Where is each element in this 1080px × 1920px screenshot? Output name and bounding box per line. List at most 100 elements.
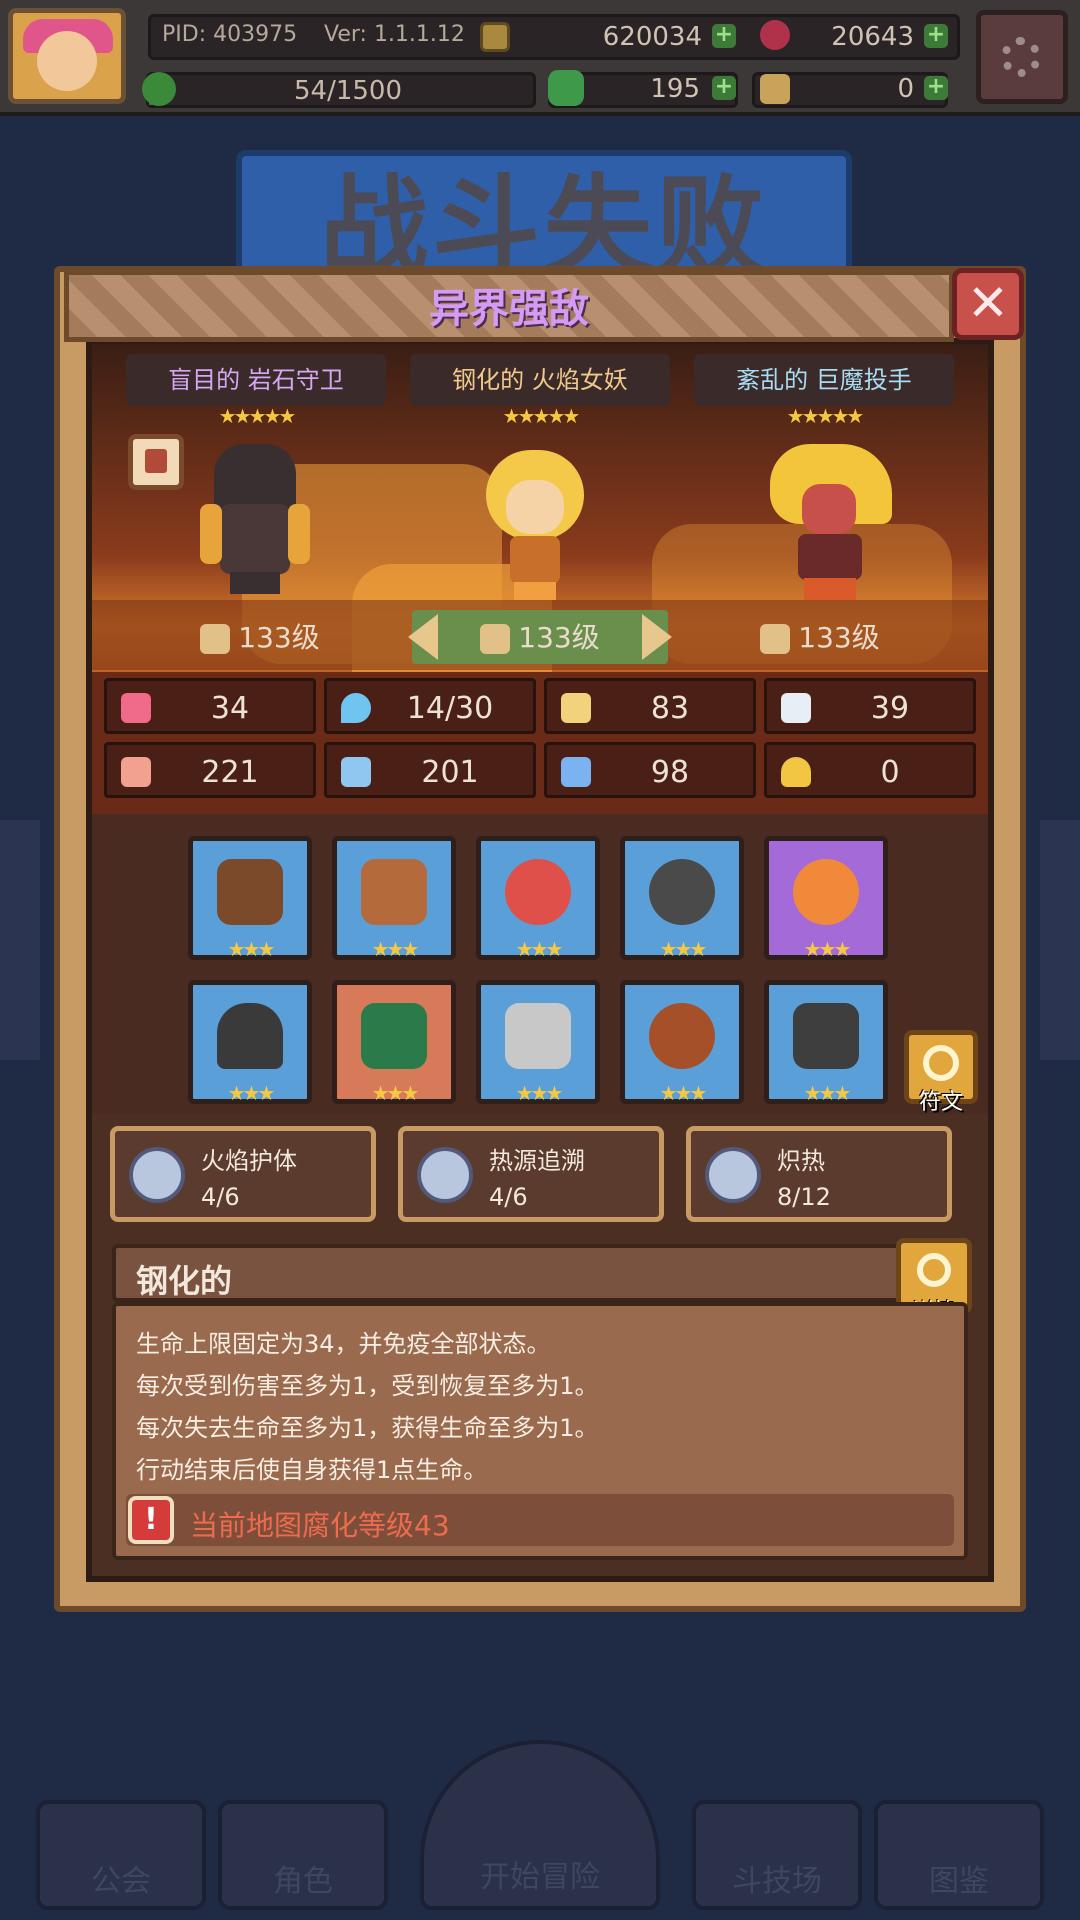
equip-slot-armor[interactable]: ★★★: [332, 980, 456, 1105]
enemy-level-3[interactable]: 133级: [700, 616, 940, 656]
stat-attack-value: 221: [201, 755, 259, 790]
stat-mana: 14/30: [324, 678, 536, 734]
enemy-sprite-flame-banshee[interactable]: [480, 450, 590, 600]
enemy-level-1[interactable]: 133级: [140, 616, 380, 656]
armor-icon: [361, 1003, 427, 1069]
stat-speed-value: 39: [870, 691, 910, 726]
nav-arena[interactable]: 斗技场: [692, 1800, 862, 1910]
stat-luck: 0: [764, 742, 976, 798]
equip-stars: ★★★: [803, 1081, 852, 1105]
close-button[interactable]: ✕: [952, 268, 1024, 340]
water-drop-icon: [341, 693, 371, 723]
sword-icon: [480, 624, 511, 654]
synergy-badge-icon: [705, 1147, 761, 1203]
enemy-level-1-text: 133级: [238, 621, 320, 654]
belt-icon: [649, 1003, 715, 1069]
enemy-stars-1: ★★★★★: [218, 404, 297, 428]
corruption-warning-text[interactable]: 当前地图腐化等级43: [190, 1504, 450, 1544]
synergy-fire-guard[interactable]: 火焰护体 4/6: [110, 1126, 376, 1222]
equip-slot-boots[interactable]: ★★★: [764, 980, 888, 1105]
gauntlet-icon: [505, 1003, 571, 1069]
clover-icon: [548, 70, 584, 106]
add-gold-button[interactable]: +: [712, 24, 736, 48]
magnifier-icon: [917, 1253, 951, 1287]
enemy-stars-2: ★★★★★: [502, 404, 581, 428]
synergy-name: 火焰护体: [201, 1147, 297, 1175]
nav-guild-label: 公会: [91, 1864, 151, 1899]
stat-attack: 221: [104, 742, 316, 798]
necklace-icon: [505, 859, 571, 925]
equip-slot-shield[interactable]: ★★★: [332, 836, 456, 961]
enemy-sprite-troll-thrower[interactable]: [766, 444, 896, 600]
stat-card-value: 98: [650, 755, 690, 790]
add-ticket-button[interactable]: +: [924, 76, 948, 100]
equip-stars: ★★★: [515, 937, 564, 961]
trait-line-4: 行动结束后使自身获得1点生命。: [136, 1456, 488, 1484]
gold-amount: 620034: [602, 22, 702, 52]
nav-arena-label: 斗技场: [732, 1864, 822, 1899]
equip-slot-ring[interactable]: ★★★: [764, 836, 888, 961]
enemy-name-2: 钢化的 火焰女妖: [410, 354, 670, 406]
equip-stars: ★★★: [659, 1081, 708, 1105]
synergy-badge-icon: [417, 1147, 473, 1203]
right-side-panel: [1040, 820, 1080, 1060]
close-icon: ✕: [967, 274, 1009, 332]
trait-line-2: 每次受到伤害至多为1，受到恢复至多为1。: [136, 1372, 599, 1400]
enemy-stars-3: ★★★★★: [786, 404, 865, 428]
stat-luck-value: 0: [880, 755, 900, 790]
left-side-panel: [0, 820, 40, 1060]
gem-icon: [760, 20, 790, 50]
equip-slot-gauntlet[interactable]: ★★★: [476, 980, 600, 1105]
equip-slot-helmet[interactable]: ★★★: [188, 980, 312, 1105]
synergy-scorching[interactable]: 炽热 8/12: [686, 1126, 952, 1222]
equip-stars: ★★★: [227, 937, 276, 961]
enemy-level-2[interactable]: 133级: [420, 616, 660, 656]
nav-guild[interactable]: 公会: [36, 1800, 206, 1910]
book-icon: [341, 757, 371, 787]
enemy-sprite-rock-guardian[interactable]: [200, 444, 310, 594]
stat-hp-value: 34: [210, 691, 250, 726]
stat-magic: 201: [324, 742, 536, 798]
equip-slot-hammer[interactable]: ★★★: [188, 836, 312, 961]
equip-slot-necklace[interactable]: ★★★: [476, 836, 600, 961]
scroll-icon: [760, 624, 791, 654]
nav-character[interactable]: 角色: [218, 1800, 388, 1910]
settings-button[interactable]: [976, 10, 1068, 104]
stat-hp: 34: [104, 678, 316, 734]
equip-slot-belt[interactable]: ★★★: [620, 980, 744, 1105]
fist-icon: [121, 757, 151, 787]
nav-start-adventure[interactable]: 开始冒险: [420, 1740, 660, 1910]
heart-icon: [121, 693, 151, 723]
game-version: Ver: 1.1.1.12: [324, 22, 465, 47]
nav-start-adventure-label: 开始冒险: [480, 1860, 600, 1895]
enemy-level-3-text: 133级: [798, 621, 880, 654]
equip-stars: ★★★: [371, 1081, 420, 1105]
equip-stars: ★★★: [227, 1081, 276, 1105]
card-icon: [561, 757, 591, 787]
ring-icon: [793, 859, 859, 925]
add-gem-button[interactable]: +: [924, 24, 948, 48]
nav-character-label: 角色: [273, 1864, 333, 1899]
stat-magic-value: 201: [421, 755, 479, 790]
trait-line-3: 每次失去生命至多为1，获得生命至多为1。: [136, 1414, 599, 1442]
sword-icon: [200, 624, 231, 654]
player-avatar[interactable]: [8, 8, 126, 104]
add-clover-button[interactable]: +: [712, 76, 736, 100]
synergy-heat-trace[interactable]: 热源追溯 4/6: [398, 1126, 664, 1222]
trait-line-1: 生命上限固定为34，并免疫全部状态。: [136, 1330, 551, 1358]
equip-slot-round-shield[interactable]: ★★★: [620, 836, 744, 961]
save-icon[interactable]: [128, 434, 184, 490]
dialog-title: 异界强敌: [429, 286, 589, 332]
trait-name: 钢化的: [136, 1262, 233, 1300]
synergy-count: 4/6: [201, 1183, 240, 1211]
enemy-name-1-text: 盲目的 岩石守卫: [168, 366, 344, 394]
hammer-icon: [217, 859, 283, 925]
nav-codex[interactable]: 图鉴: [874, 1800, 1044, 1910]
stat-defense-value: 83: [650, 691, 690, 726]
equip-stars: ★★★: [803, 937, 852, 961]
round-shield-icon: [649, 859, 715, 925]
gem-amount: 20643: [831, 22, 914, 52]
enemy-name-3: 紊乱的 巨魔投手: [694, 354, 954, 406]
player-id: PID: 403975: [162, 22, 298, 47]
synergy-name: 炽热: [777, 1147, 825, 1175]
